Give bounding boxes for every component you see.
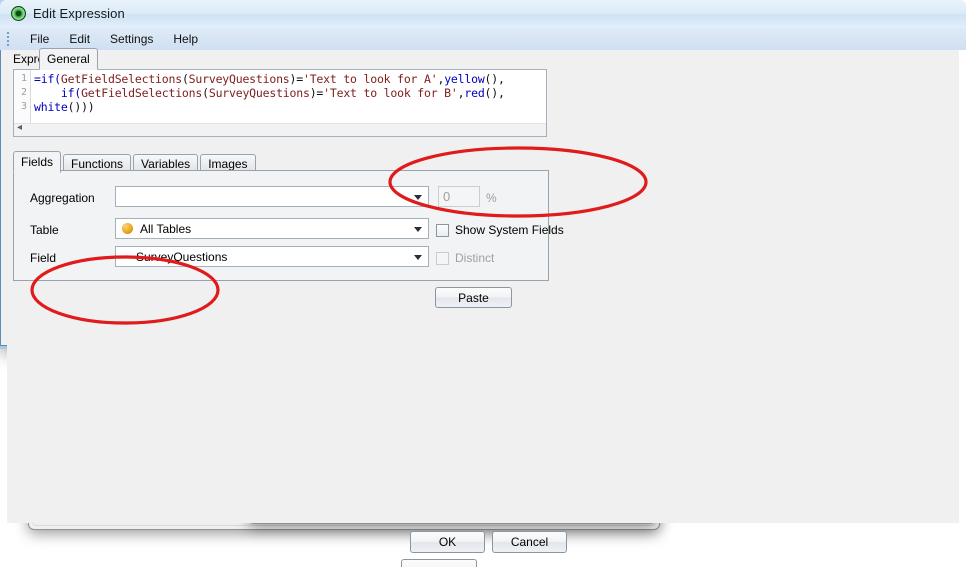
checkbox-icon [436,251,449,265]
code-token: red [464,86,485,100]
edit-expression-titlebar[interactable]: Edit Expression [0,0,966,28]
table-value: All Tables [140,221,192,236]
checkbox-distinct-label: Distinct [455,251,495,265]
code-token: 'Text to look for B' [323,86,458,100]
code-token: if( [34,86,82,100]
code-token: =if( [34,72,61,86]
chevron-down-icon [414,194,422,200]
chevron-down-icon [414,254,422,260]
line-number: 2 [20,87,27,98]
edit-expression-menubar: File Edit Settings Help [0,28,966,50]
menu-settings[interactable]: Settings [100,32,163,46]
expression-editor[interactable]: 1 2 3 =if(GetFieldSelections(SurveyQuest… [13,69,547,137]
tab-fields[interactable]: Fields [13,151,62,173]
cancel-button[interactable]: Cancel [492,531,567,553]
field-label: Field [30,251,57,265]
line-number: 1 [20,73,27,84]
code-line: =if(GetFieldSelections(SurveyQuestions)=… [34,72,546,86]
screen-root: Sheet Properties [Main] ✖ General Fields… [0,0,966,567]
checkbox-show-system-fields-label: Show System Fields [455,223,564,237]
code-token: SurveyQuestions [208,86,310,100]
percent-symbol-label: % [486,191,497,205]
code-token: white [34,100,68,114]
edit-expression-title: Edit Expression [33,6,125,21]
code-token: (), [484,72,505,86]
edit-expression-button-bar: OK Cancel [0,523,966,567]
paste-button[interactable]: Paste [435,287,512,308]
menu-grip-icon[interactable] [7,32,12,46]
code-line: white())) [34,100,546,114]
code-token: ( [202,86,209,100]
menu-help[interactable]: Help [163,32,208,46]
code-token: GetFieldSelections [81,86,203,100]
menu-edit[interactable]: Edit [59,32,100,46]
code-token: GetFieldSelections [60,72,182,86]
table-bullet-icon [122,223,133,234]
ok-button[interactable]: OK [410,531,485,553]
line-number: 3 [20,101,27,112]
code-token: ( [181,72,189,86]
checkbox-icon [436,223,449,237]
field-select[interactable]: SurveyQuestions [115,246,429,267]
code-token: (), [484,86,505,100]
qlikview-logo-icon [11,6,26,21]
code-token: SurveyQuestions [188,72,290,86]
field-value: SurveyQuestions [136,249,228,264]
menu-file[interactable]: File [20,32,59,46]
table-label: Table [30,223,59,237]
code-line: if(GetFieldSelections(SurveyQuestions)='… [34,86,546,100]
checkbox-distinct[interactable]: Distinct [436,251,494,265]
expression-fields-page: Aggregation 0 % Table All Tables Show Sy… [13,170,564,281]
code-token: )= [289,72,304,86]
code-token: yellow [444,72,485,86]
expression-code-text[interactable]: =if(GetFieldSelections(SurveyQuestions)=… [34,72,546,114]
code-token: 'Text to look for A' [302,72,438,86]
checkbox-show-system-fields[interactable]: Show System Fields [436,223,564,237]
code-token: )= [309,86,324,100]
aggregation-select[interactable] [115,186,429,207]
expression-horizontal-scrollbar[interactable] [14,122,546,136]
code-token: ())) [67,100,95,114]
table-select[interactable]: All Tables [115,218,429,239]
tab-general[interactable]: General [39,48,98,70]
aggregation-percent-input[interactable]: 0 [438,186,480,207]
aggregation-label: Aggregation [30,191,95,205]
edit-expression-body: Expression OK 1 2 3 =if(GetFieldSelectio… [7,50,959,523]
chevron-down-icon [414,226,422,232]
